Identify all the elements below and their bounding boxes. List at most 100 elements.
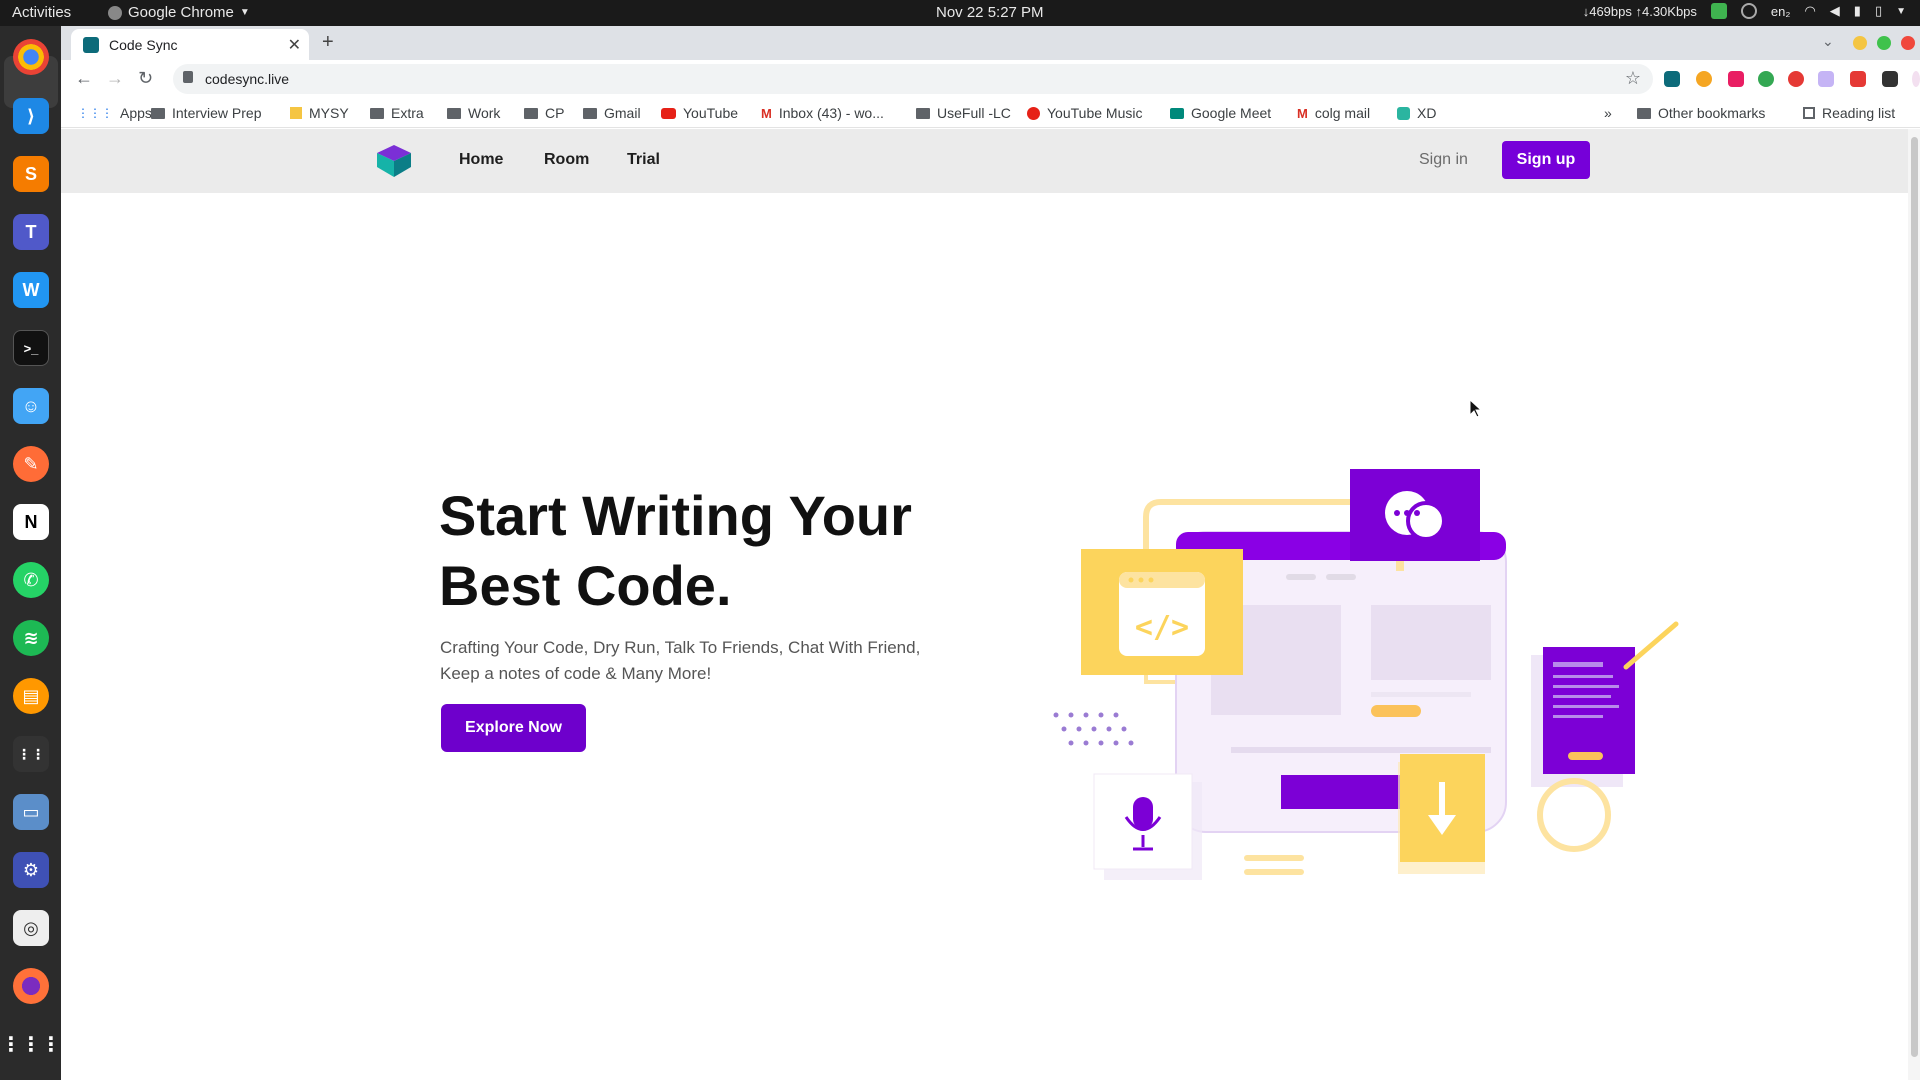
nav-home[interactable]: Home bbox=[459, 151, 503, 169]
reload-icon[interactable]: ↻ bbox=[138, 68, 153, 89]
other-bookmarks[interactable]: Other bookmarks bbox=[1637, 105, 1765, 121]
extension-icon[interactable] bbox=[1728, 71, 1744, 87]
forward-arrow-icon[interactable]: → bbox=[106, 68, 124, 89]
extension-icon[interactable] bbox=[1664, 71, 1680, 87]
notion-icon[interactable]: N bbox=[13, 504, 49, 540]
nav-trial[interactable]: Trial bbox=[627, 151, 660, 169]
bookmark-apps[interactable]: ⋮⋮⋮ Apps bbox=[77, 105, 152, 121]
bookmark-label: CP bbox=[545, 105, 565, 121]
hero-title: Start Writing Your Best Code. bbox=[439, 481, 999, 621]
sign-up-button[interactable]: Sign up bbox=[1502, 141, 1590, 179]
bookmark-folder[interactable]: UseFull -LC bbox=[916, 105, 1011, 121]
battery-icon: ▯ bbox=[1874, 3, 1883, 18]
minimize-button[interactable] bbox=[1853, 36, 1867, 50]
bookmark-folder[interactable]: Gmail bbox=[583, 105, 641, 121]
lock-icon bbox=[183, 71, 193, 83]
chrome-icon bbox=[108, 5, 122, 20]
bookmark-label: Gmail bbox=[604, 105, 641, 121]
address-bar[interactable]: codesync.live ☆ bbox=[173, 64, 1653, 94]
extension-icon[interactable] bbox=[1758, 71, 1774, 87]
system-tray[interactable]: ↓469bps ↑4.30Kbps en₂ ◠ ◀ ▮ ▯ ▼ bbox=[1583, 3, 1906, 19]
reading-list-icon bbox=[1803, 107, 1815, 119]
youtube-music-icon bbox=[1027, 106, 1040, 120]
nav-room[interactable]: Room bbox=[544, 151, 589, 169]
volume-icon: ◀ bbox=[1829, 3, 1840, 18]
bookmark-link[interactable]: MYSY bbox=[290, 105, 349, 121]
extension-icon[interactable] bbox=[1850, 71, 1866, 87]
close-window-button[interactable] bbox=[1901, 36, 1915, 50]
screenshot-icon[interactable]: ◎ bbox=[13, 910, 49, 946]
back-arrow-icon[interactable]: ← bbox=[75, 68, 93, 89]
bookmark-label: XD bbox=[1417, 105, 1437, 121]
chrome-icon[interactable] bbox=[13, 39, 49, 75]
bookmark-link[interactable]: XD bbox=[1397, 105, 1436, 121]
sign-in-link[interactable]: Sign in bbox=[1419, 151, 1468, 169]
books-icon[interactable]: ▤ bbox=[13, 678, 49, 714]
close-icon[interactable]: ✕ bbox=[288, 35, 301, 55]
bookmark-label: Google Meet bbox=[1191, 105, 1272, 121]
gmail-icon: M bbox=[1297, 105, 1308, 121]
codesync-logo-icon[interactable] bbox=[377, 145, 411, 177]
web-page: Home Room Trial Sign in Sign up Start Wr… bbox=[61, 129, 1920, 1080]
bookmark-star-icon[interactable]: ☆ bbox=[1625, 68, 1641, 89]
bookmark-label: Other bookmarks bbox=[1658, 105, 1766, 121]
chevron-down-icon: ▼ bbox=[239, 7, 250, 18]
tab-code-sync[interactable]: Code Sync ✕ bbox=[71, 29, 309, 60]
postman-icon[interactable]: ✎ bbox=[13, 446, 49, 482]
bookmark-link[interactable]: YouTube bbox=[661, 105, 738, 121]
extension-icon[interactable] bbox=[1696, 71, 1712, 87]
tab-search-icon[interactable]: ⌄ bbox=[1822, 33, 1834, 50]
new-tab-button[interactable]: + bbox=[322, 31, 334, 54]
profile-icon[interactable] bbox=[1912, 71, 1920, 87]
bookmark-link[interactable]: Mcolg mail bbox=[1297, 105, 1370, 121]
teams-icon[interactable]: T bbox=[13, 214, 49, 250]
finder-icon[interactable]: ☺ bbox=[13, 388, 49, 424]
image-viewer-icon[interactable]: ▭ bbox=[13, 794, 49, 830]
url-text[interactable]: codesync.live bbox=[205, 71, 289, 87]
language-indicator[interactable]: en₂ bbox=[1771, 4, 1791, 19]
bookmark-folder[interactable]: Work bbox=[447, 105, 500, 121]
bookmark-link[interactable]: Google Meet bbox=[1170, 105, 1271, 121]
tab-strip: Code Sync ✕ + ⌄ bbox=[61, 26, 1920, 60]
bookmark-folder[interactable]: Extra bbox=[370, 105, 424, 121]
reading-list[interactable]: Reading list bbox=[1803, 105, 1895, 121]
bookmark-link[interactable]: YouTube Music bbox=[1027, 105, 1142, 121]
firefox-icon[interactable] bbox=[13, 968, 49, 1004]
whatsapp-icon[interactable]: ✆ bbox=[13, 562, 49, 598]
vscode-icon[interactable]: ⟩ bbox=[13, 98, 49, 134]
bookmark-link[interactable]: M Inbox (43) - wo... bbox=[761, 105, 884, 121]
calculator-icon[interactable]: ⋮⋮ bbox=[13, 736, 49, 772]
code-brackets-icon: </> bbox=[1081, 549, 1243, 675]
status-icon bbox=[1740, 3, 1757, 19]
bookmark-folder[interactable]: Interview Prep bbox=[151, 105, 261, 121]
scrollbar-thumb[interactable] bbox=[1911, 137, 1918, 1057]
browser-toolbar: ← → ↻ codesync.live ☆ bbox=[61, 60, 1920, 98]
bookmarks-overflow-button[interactable]: » bbox=[1604, 105, 1612, 121]
dot-pattern bbox=[1053, 712, 1134, 746]
clock[interactable]: Nov 22 5:27 PM bbox=[936, 4, 1044, 21]
software-icon[interactable]: ⚙ bbox=[13, 852, 49, 888]
apps-grid-icon: ⋮⋮⋮ bbox=[77, 106, 113, 120]
hero-subtitle-line: Keep a notes of code & Many More! bbox=[440, 664, 712, 683]
bookmark-label: Inbox (43) - wo... bbox=[778, 105, 884, 121]
bookmark-label: YouTube Music bbox=[1047, 105, 1143, 121]
writer-icon[interactable]: W bbox=[13, 272, 49, 308]
explore-now-button[interactable]: Explore Now bbox=[441, 704, 586, 752]
document-icon bbox=[1531, 621, 1679, 787]
sublime-icon[interactable]: S bbox=[13, 156, 49, 192]
bookmark-label: colg mail bbox=[1314, 105, 1371, 121]
extension-icon[interactable] bbox=[1788, 71, 1804, 87]
show-apps-icon[interactable]: ⋮⋮⋮ bbox=[1, 1026, 61, 1062]
extension-icon[interactable] bbox=[1818, 71, 1834, 87]
puzzle-icon[interactable] bbox=[1882, 71, 1898, 87]
bookmark-folder[interactable]: CP bbox=[524, 105, 564, 121]
folder-icon bbox=[524, 107, 538, 119]
wifi-icon: ◠ bbox=[1804, 3, 1816, 18]
terminal-icon[interactable]: >_ bbox=[13, 330, 49, 366]
activities-button[interactable]: Activities bbox=[12, 4, 71, 21]
page-scrollbar[interactable] bbox=[1908, 129, 1920, 1080]
maximize-button[interactable] bbox=[1877, 36, 1891, 50]
hero-title-line: Best Code. bbox=[439, 554, 732, 617]
app-menu[interactable]: Google Chrome ▼ bbox=[108, 4, 250, 21]
spotify-icon[interactable]: ≋ bbox=[13, 620, 49, 656]
